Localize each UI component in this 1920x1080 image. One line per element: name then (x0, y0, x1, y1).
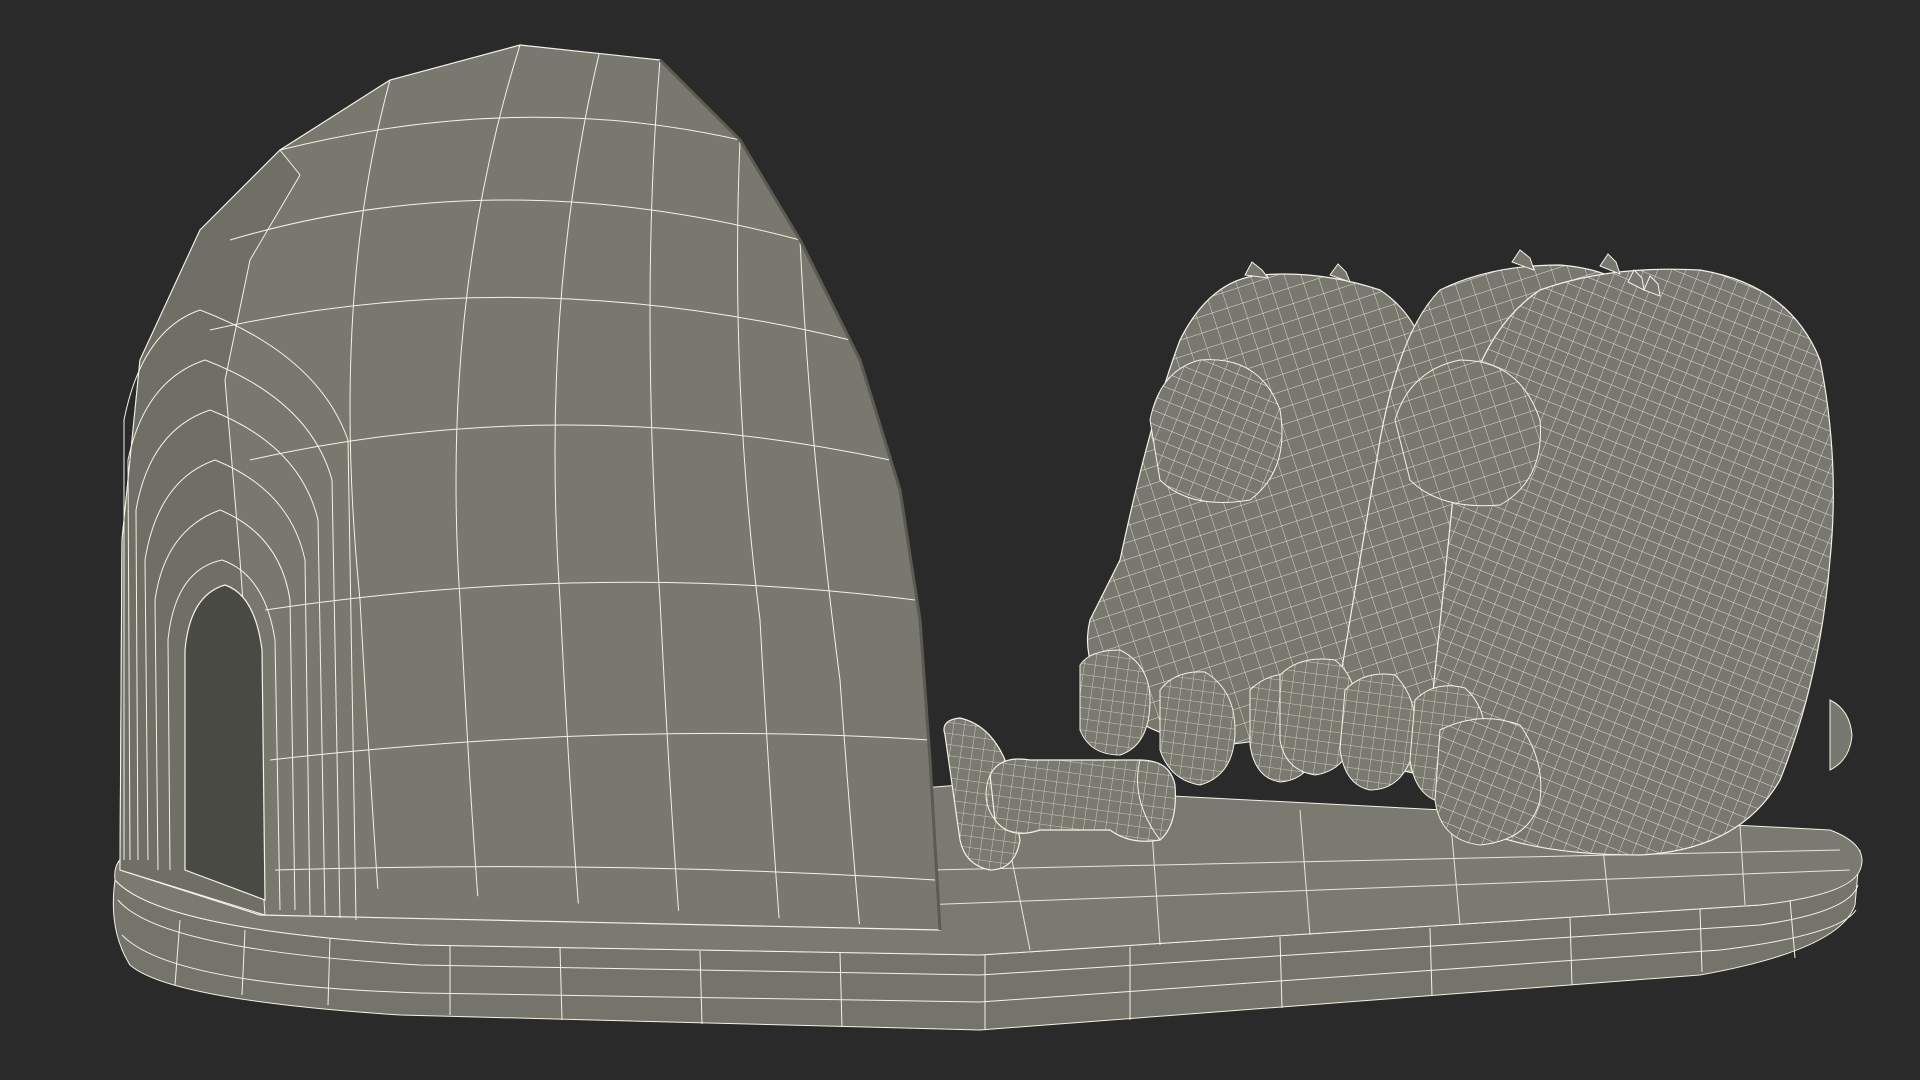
igloo (119, 44, 942, 931)
3d-viewport (0, 0, 1920, 1080)
wireframe-render (112, 44, 1863, 1031)
